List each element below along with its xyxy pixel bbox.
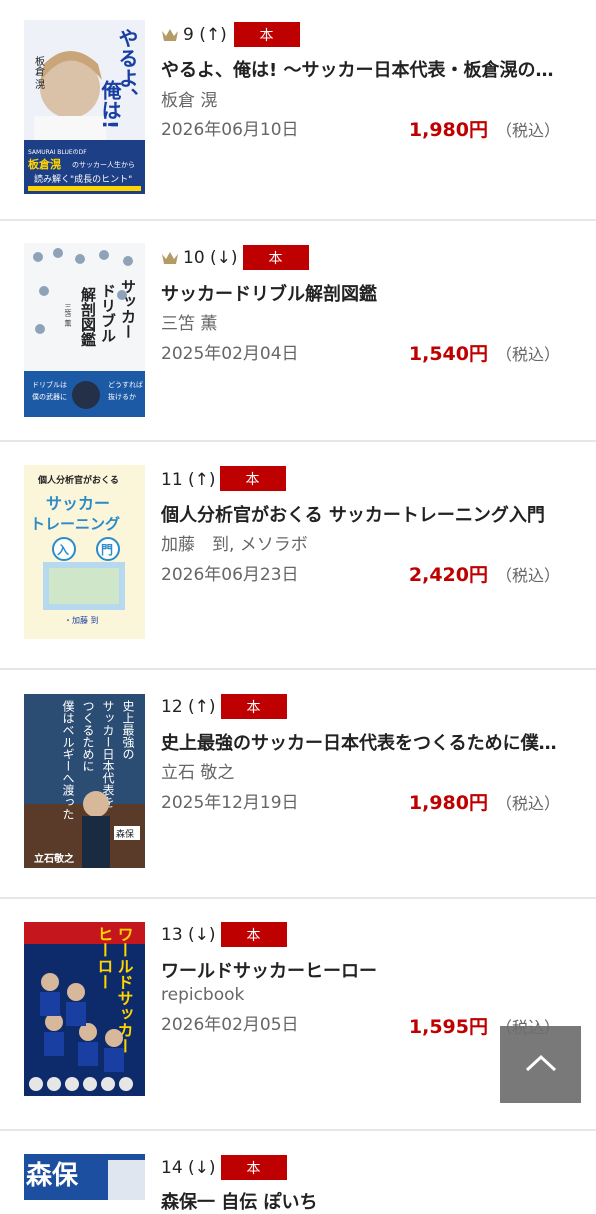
rank-label: 11 (↑): [161, 470, 216, 490]
divider: [0, 440, 596, 442]
author-link[interactable]: 立石 敬之: [161, 758, 234, 783]
book-cover[interactable]: 森保: [24, 1154, 145, 1200]
svg-text:つくるために: つくるために: [81, 700, 95, 772]
category-badge: 本: [221, 922, 287, 947]
book-cover[interactable]: 史上最強の サッカー日本代表を つくるために 僕はベルギーへ渡った 立石敬之 森…: [24, 694, 145, 868]
svg-text:僕はベルギーへ渡った: 僕はベルギーへ渡った: [61, 700, 75, 820]
svg-text:トレーニング: トレーニング: [30, 515, 120, 533]
price: 1,980円: [408, 792, 488, 814]
svg-text:SAMURAI BLUEのDF: SAMURAI BLUEのDF: [28, 149, 87, 156]
svg-text:ヒーロー: ヒーロー: [95, 926, 114, 990]
category-badge: 本: [243, 245, 309, 270]
author-link[interactable]: 加藤 到, メソラボ: [161, 530, 308, 555]
tax-label: （税込）: [495, 566, 560, 585]
crown-icon: [161, 27, 179, 43]
svg-text:ドリブルは: ドリブルは: [32, 380, 67, 389]
rank-label: 13 (↓): [161, 925, 216, 945]
rank-label: 10 (↓): [183, 248, 238, 268]
svg-text:森保: 森保: [26, 1161, 79, 1191]
chevron-up-icon: [524, 1053, 558, 1077]
svg-text:ドリブル: ドリブル: [99, 283, 117, 343]
release-date: 2026年06月10日: [161, 120, 299, 140]
release-date: 2025年02月04日: [161, 344, 299, 364]
svg-text:読み解く"成長のヒント": 読み解く"成長のヒント": [34, 173, 132, 185]
svg-text:のサッカー人生から: のサッカー人生から: [72, 160, 135, 169]
svg-text:板倉 滉: 板倉 滉: [33, 55, 45, 90]
release-date: 2026年02月05日: [161, 1015, 299, 1035]
author-link[interactable]: 三笘 薫: [161, 309, 217, 334]
svg-text:門: 門: [101, 543, 113, 557]
book-title[interactable]: やるよ、俺は! 〜サッカー日本代表・板倉滉の成長のヒント〜: [161, 56, 561, 82]
back-to-top-button[interactable]: [500, 1026, 581, 1103]
tax-label: （税込）: [495, 345, 560, 364]
category-badge: 本: [220, 466, 286, 491]
book-title[interactable]: 森保一 自伝 ぽいち: [161, 1188, 561, 1214]
svg-text:森保: 森保: [116, 828, 134, 840]
divider: [0, 219, 596, 221]
book-cover[interactable]: ワールドサッカー ヒーロー: [24, 922, 145, 1096]
price: 1,540円: [408, 343, 488, 365]
svg-text:サッカー日本代表を: サッカー日本代表を: [101, 700, 115, 808]
divider: [0, 668, 596, 670]
book-title[interactable]: サッカードリブル解剖図鑑: [161, 280, 561, 306]
tax-label: （税込）: [495, 794, 560, 813]
book-cover[interactable]: 個人分析官がおくる サッカー トレーニング 入 門 ・加藤 到: [24, 465, 145, 639]
svg-text:サッカー: サッカー: [119, 279, 137, 339]
release-date: 2025年12月19日: [161, 793, 299, 813]
book-title[interactable]: 個人分析官がおくる サッカートレーニング入門: [161, 501, 561, 527]
book-cover[interactable]: サッカー ドリブル 解剖図鑑 三笘 薫 ドリブルは 僕の武器に どうすれば 抜け…: [24, 243, 145, 417]
book-title[interactable]: ワールドサッカーヒーロー: [161, 957, 561, 983]
svg-text:僕の武器に: 僕の武器に: [32, 392, 67, 401]
svg-text:俺は!: 俺は!: [98, 79, 122, 130]
svg-text:三笘 薫: 三笘 薫: [64, 303, 72, 327]
category-badge: 本: [221, 694, 287, 719]
svg-text:板倉滉: 板倉滉: [28, 157, 61, 171]
category-badge: 本: [234, 22, 300, 47]
svg-text:サッカー: サッカー: [46, 494, 110, 513]
svg-text:史上最強の: 史上最強の: [121, 700, 135, 760]
price: 1,980円: [408, 119, 488, 141]
svg-text:解剖図鑑: 解剖図鑑: [79, 286, 97, 347]
category-badge: 本: [221, 1155, 287, 1180]
crown-icon: [161, 250, 179, 266]
divider: [0, 897, 596, 899]
rank-label: 9 (↑): [183, 25, 227, 45]
rank-label: 12 (↑): [161, 697, 216, 717]
author-link[interactable]: 板倉 滉: [161, 86, 217, 111]
rank-label: 14 (↓): [161, 1158, 216, 1178]
svg-text:どうすれば: どうすれば: [108, 380, 143, 389]
svg-text:抜けるか: 抜けるか: [108, 392, 136, 401]
author-link[interactable]: repicbook: [161, 985, 244, 1005]
tax-label: （税込）: [495, 121, 560, 140]
book-cover[interactable]: やるよ、 俺は! 板倉 滉 SAMURAI BLUEのDF 板倉滉 のサッカー人…: [24, 20, 145, 194]
svg-text:入: 入: [57, 543, 69, 557]
divider: [0, 1129, 596, 1131]
svg-text:・加藤 到: ・加藤 到: [64, 615, 99, 625]
release-date: 2026年06月23日: [161, 565, 299, 585]
svg-text:立石敬之: 立石敬之: [34, 852, 74, 865]
price: 2,420円: [408, 564, 488, 586]
book-title[interactable]: 史上最強のサッカー日本代表をつくるために僕はベルギーへ渡った: [161, 729, 561, 755]
price: 1,595円: [408, 1016, 488, 1038]
svg-text:個人分析官がおくる: 個人分析官がおくる: [37, 474, 119, 486]
